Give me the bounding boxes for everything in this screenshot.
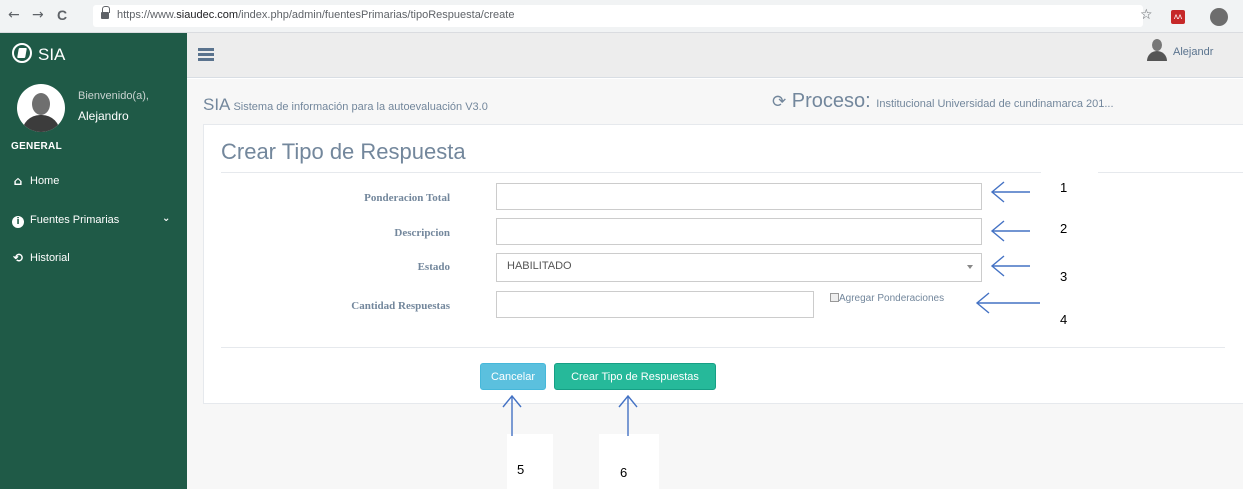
system-name: Sistema de información para la autoevalu…	[230, 101, 488, 113]
info-icon: i	[11, 213, 25, 228]
create-button[interactable]: Crear Tipo de Respuestas	[554, 363, 716, 390]
checkbox-label: Agregar Ponderaciones	[839, 293, 945, 304]
sidebar-username: Alejandro	[78, 109, 129, 123]
annotation-box-5	[507, 434, 553, 489]
footer-divider	[221, 347, 1225, 348]
url-path: /index.php/admin/fuentesPrimarias/tipoRe…	[238, 9, 515, 21]
history-icon: ⟲	[12, 251, 24, 265]
forward-arrow-icon[interactable]: →	[32, 7, 44, 23]
sidebar-item-historial[interactable]: ⟲ Historial	[11, 251, 181, 271]
sidebar-item-label: Fuentes Primarias	[30, 214, 120, 226]
sidebar-item-label: Historial	[30, 252, 70, 264]
url-prefix: https://www.	[117, 9, 177, 21]
main-content: SIA Sistema de información para la autoe…	[187, 79, 1243, 489]
refresh-icon: ⟳	[772, 92, 787, 112]
annotation-box-top	[1043, 168, 1097, 186]
address-bar[interactable]: https://www.siaudec.com/index.php/admin/…	[93, 5, 1143, 27]
brand-name: SIA	[38, 45, 66, 64]
sidebar-item-fuentes-primarias[interactable]: i Fuentes Primarias ⌄	[11, 213, 181, 233]
descripcion-input[interactable]	[496, 218, 982, 245]
agregar-ponderaciones-checkbox[interactable]: Agregar Ponderaciones	[830, 293, 944, 304]
sidebar: SIA Bienvenido(a), Alejandro GENERAL ⌂ H…	[0, 33, 187, 489]
url-host: siaudec.com	[176, 9, 239, 21]
page-title: Crear Tipo de Respuesta	[221, 139, 466, 164]
lock-icon	[101, 6, 110, 19]
caret-down-icon	[967, 265, 973, 269]
book-logo-icon	[12, 43, 32, 63]
avatar	[17, 84, 65, 132]
extension-icon[interactable]: ʌʌ	[1171, 10, 1185, 24]
menu-toggle-icon[interactable]	[198, 48, 214, 62]
browser-toolbar: ← → C https://www.siaudec.com/index.php/…	[0, 0, 1243, 33]
estado-label: Estado	[417, 261, 450, 273]
proceso-info: ⟳ Proceso: Institucional Universidad de …	[772, 90, 1114, 113]
form-panel: Crear Tipo de Respuesta Ponderacion Tota…	[203, 124, 1243, 404]
back-arrow-icon[interactable]: ←	[8, 7, 20, 23]
menu-section-title: GENERAL	[11, 141, 62, 152]
welcome-text: Bienvenido(a),	[78, 90, 149, 102]
estado-select[interactable]: HABILITADO	[496, 253, 982, 282]
annotation-number-1: 1	[1060, 180, 1068, 195]
brand[interactable]: SIA	[0, 33, 187, 75]
annotation-number-4: 4	[1060, 312, 1068, 327]
system-subtitle: SIA Sistema de información para la autoe…	[203, 95, 488, 115]
sidebar-item-home[interactable]: ⌂ Home	[11, 174, 181, 194]
ponderacion-total-label: Ponderacion Total	[364, 192, 450, 204]
annotation-box-6	[599, 434, 659, 489]
proceso-label: Proceso:	[786, 90, 877, 112]
user-menu-name[interactable]: Alejandr	[1173, 46, 1213, 58]
cancel-button[interactable]: Cancelar	[480, 363, 546, 390]
home-icon: ⌂	[13, 174, 23, 188]
proceso-value: Institucional Universidad de cundinamarc…	[876, 98, 1114, 110]
ponderacion-total-input[interactable]	[496, 183, 982, 210]
bookmark-star-icon[interactable]: ☆	[1140, 7, 1153, 23]
reload-icon[interactable]: C	[57, 7, 67, 23]
descripcion-label: Descripcion	[394, 227, 450, 239]
cantidad-respuestas-input[interactable]	[496, 291, 814, 318]
chevron-down-icon: ⌄	[162, 213, 171, 224]
user-avatar-icon[interactable]	[1147, 39, 1167, 61]
url-text: https://www.siaudec.com/index.php/admin/…	[117, 9, 514, 21]
system-abbrev: SIA	[203, 95, 231, 114]
checkbox-icon[interactable]	[830, 293, 839, 302]
annotation-number-3: 3	[1060, 269, 1068, 284]
browser-profile-icon[interactable]	[1210, 8, 1228, 26]
sidebar-item-label: Home	[30, 175, 60, 187]
cantidad-respuestas-label: Cantidad Respuestas	[351, 300, 450, 312]
annotation-number-2: 2	[1060, 221, 1068, 236]
top-navbar: Alejandr	[187, 33, 1243, 78]
estado-selected-value: HABILITADO	[507, 260, 572, 272]
annotation-number-6: 6	[620, 465, 628, 480]
annotation-number-5: 5	[517, 462, 525, 477]
